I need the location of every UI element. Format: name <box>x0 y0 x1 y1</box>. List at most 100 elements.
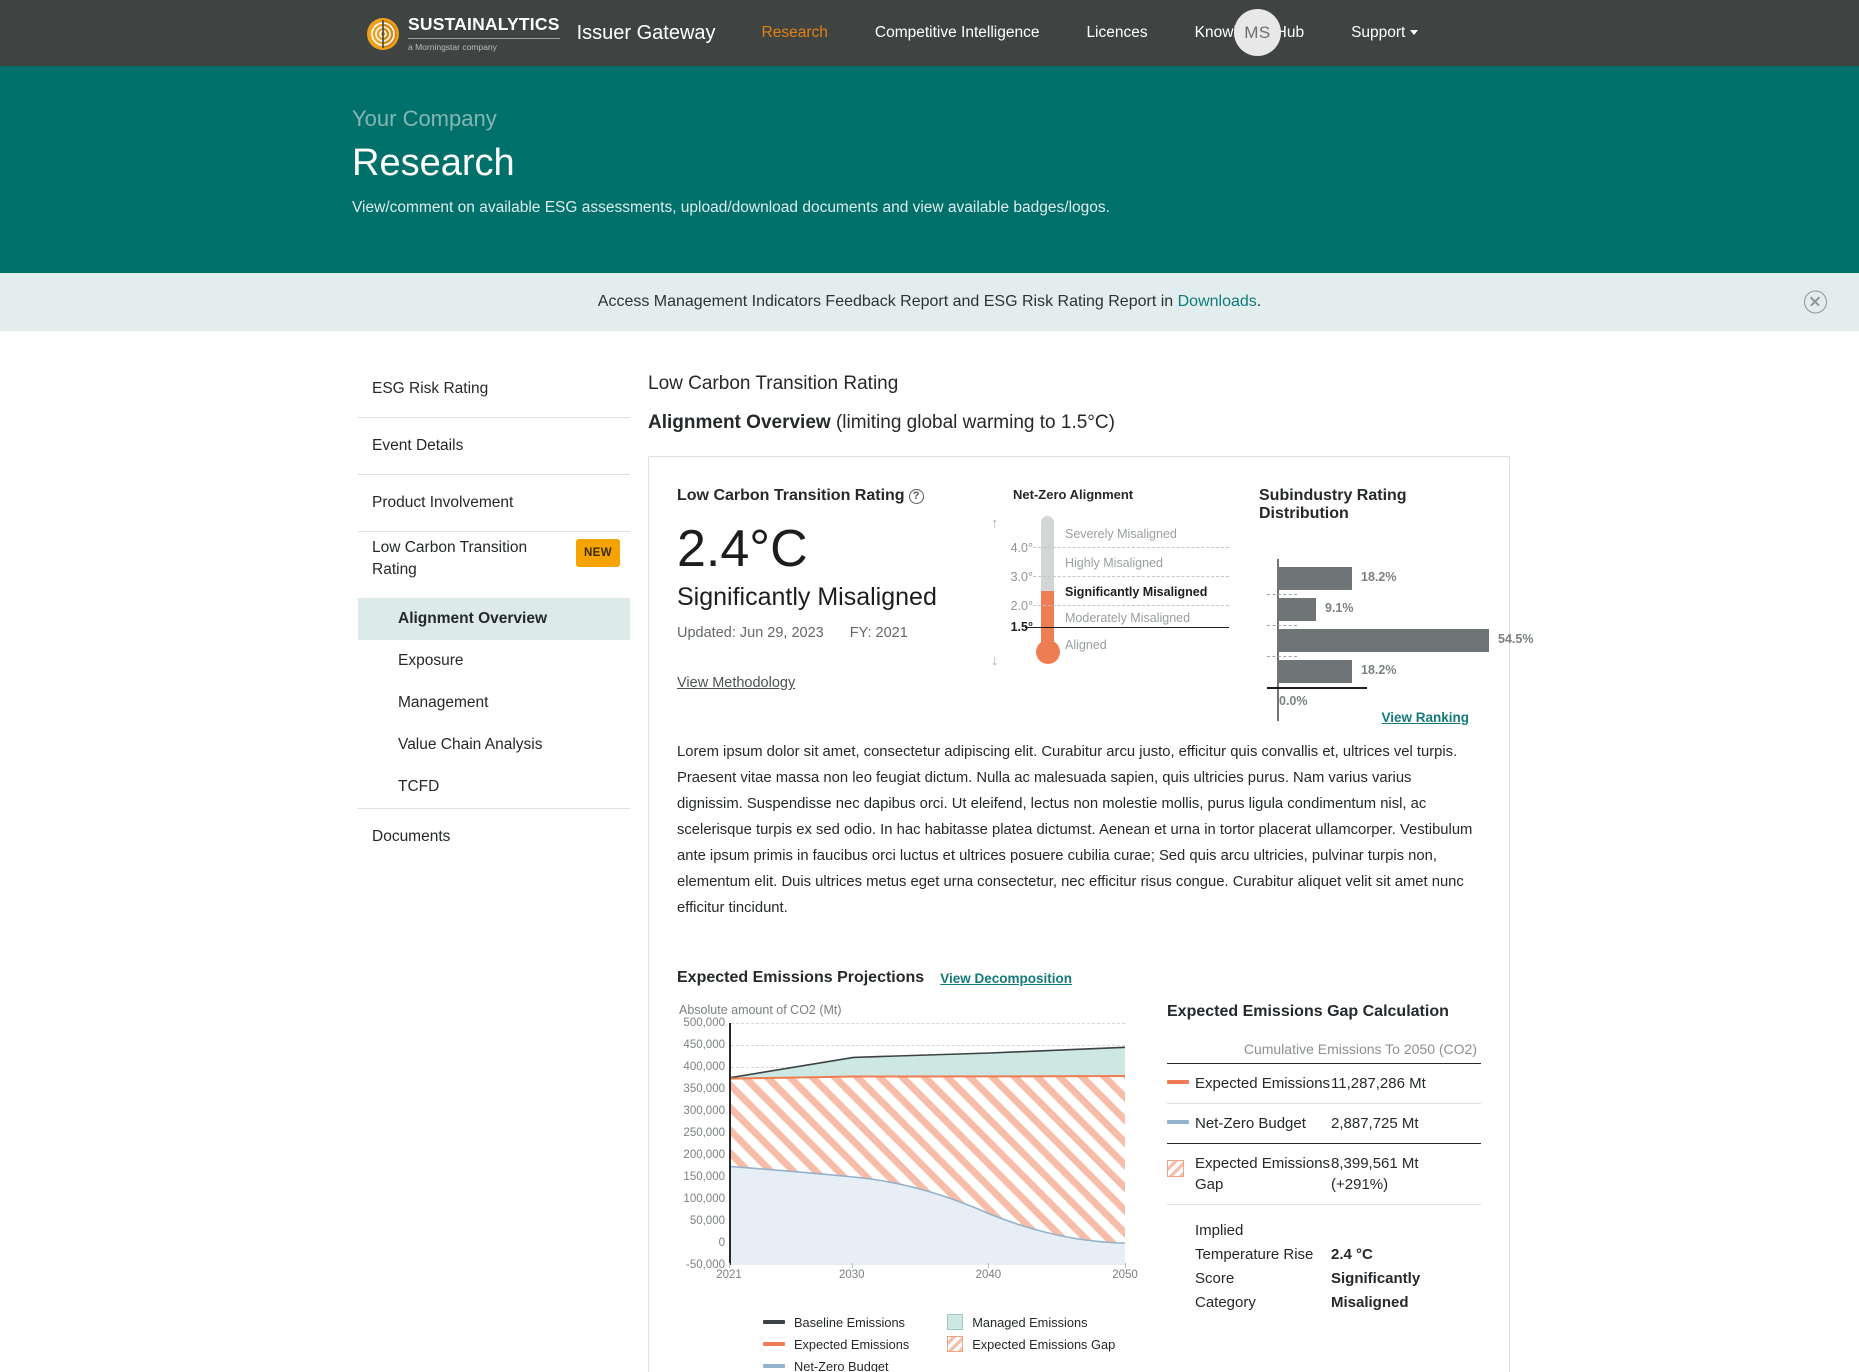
expected-emissions-gap-calculation: Expected Emissions Gap Calculation Cumul… <box>1167 1003 1481 1372</box>
sidebar-item-value-chain-analysis[interactable]: Value Chain Analysis <box>358 724 630 766</box>
sidebar-item-esg-risk-rating[interactable]: ESG Risk Rating <box>358 373 630 417</box>
sidebar-item-exposure[interactable]: Exposure <box>358 640 630 682</box>
legend-item-managed-emissions: Managed Emissions <box>947 1311 1115 1333</box>
avatar[interactable]: MS <box>1234 9 1281 56</box>
sustainalytics-logo[interactable]: SUSTAINALYTICS a Morningstar company <box>365 14 560 52</box>
nav-link-support[interactable]: Support <box>1351 24 1419 42</box>
thermometer-tick-3: 3.0° <box>1010 570 1033 584</box>
sustainalytics-logo-icon <box>365 16 401 52</box>
implied-category-value-line1: Significantly <box>1331 1270 1421 1287</box>
y-tick-100000: 100,000 <box>683 1193 725 1205</box>
y-tick-150000: 150,000 <box>683 1171 725 1183</box>
banner-text-before: Access Management Indicators Feedback Re… <box>597 293 1178 310</box>
thermometer-tick-labels: 4.0° 3.0° 2.0° 1.5° <box>989 516 1033 664</box>
legend-label: Net-Zero Budget <box>794 1358 889 1372</box>
distribution-divider-3 <box>1267 656 1297 657</box>
nav-link-research[interactable]: Research <box>762 24 828 42</box>
sidebar-subitem-label: Management <box>398 694 489 711</box>
managed-emissions-fill <box>731 1047 1125 1079</box>
logo-divider <box>408 38 560 39</box>
thermometer-tick-4: 4.0° <box>1010 541 1033 555</box>
chart-y-axis-labels: 500,000 450,000 400,000 350,000 300,000 … <box>677 1017 725 1271</box>
thermometer-gridline-4 <box>1033 547 1229 548</box>
implied-values: 2.4 °C Significantly Misaligned <box>1331 1219 1481 1315</box>
subindustry-rating-distribution: Subindustry Rating Distribution 18.2% 9.… <box>1259 487 1533 725</box>
x-tick-2050: 2050 <box>1112 1269 1138 1281</box>
help-icon[interactable]: ? <box>908 488 924 504</box>
expected-emissions-gap-hatch-icon <box>1167 1153 1195 1177</box>
view-decomposition-link[interactable]: View Decomposition <box>940 971 1072 986</box>
projections-header: Expected Emissions Projections View Deco… <box>677 969 1481 987</box>
legend-line-icon <box>763 1364 785 1368</box>
legend-label: Managed Emissions <box>972 1314 1088 1330</box>
close-icon[interactable] <box>1804 290 1827 314</box>
sidebar-item-label: Product Involvement <box>372 494 514 511</box>
legend-column-fills: Managed Emissions Expected Emissions Gap <box>947 1311 1115 1372</box>
distribution-bar-highly-misaligned: 9.1% <box>1279 598 1354 621</box>
sidebar-item-low-carbon-transition-rating[interactable]: Low Carbon Transition Rating NEW <box>358 532 630 598</box>
implied-icon-spacer <box>1167 1219 1195 1226</box>
implied-temperature-rise-block: Implied Temperature Rise Score Category … <box>1167 1204 1481 1324</box>
implied-score-label: Score <box>1195 1270 1235 1287</box>
thermometer-graphic: ↑ ↓ 4.0° 3.0° 2.0° 1.5° Severely Misalig… <box>989 516 1229 668</box>
rating-panel-title: Low Carbon Transition Rating? <box>677 487 967 505</box>
thermometer-title: Net-Zero Alignment <box>1013 487 1134 502</box>
distribution-bar-moderately-misaligned: 18.2% <box>1279 660 1396 683</box>
rating-temperature-value: 2.4°C <box>677 520 808 578</box>
nav-link-competitive-intelligence[interactable]: Competitive Intelligence <box>875 24 1040 42</box>
y-tick-200000: 200,000 <box>683 1149 725 1161</box>
sidebar-item-management[interactable]: Management <box>358 682 630 724</box>
chart-plot-area <box>729 1023 1125 1265</box>
y-tick-500000: 500,000 <box>683 1017 725 1029</box>
view-ranking-link[interactable]: View Ranking <box>1381 710 1469 725</box>
expected-emissions-line-icon <box>1167 1073 1195 1084</box>
sidebar-subitem-label: Value Chain Analysis <box>398 736 543 753</box>
thermometer-band-severely-misaligned: Severely Misaligned <box>1065 527 1177 541</box>
view-methodology-link[interactable]: View Methodology <box>677 675 795 691</box>
gap-table: Expected Emissions 11,287,286 Mt Net-Zer… <box>1167 1063 1481 1324</box>
chart-legend: Baseline Emissions Expected Emissions Ne… <box>763 1311 1137 1372</box>
net-zero-budget-line-icon <box>1167 1113 1195 1124</box>
bar-value-label: 18.2% <box>1361 570 1397 584</box>
x-tick-2030: 2030 <box>838 1269 865 1281</box>
rating-meta: Updated: Jun 29, 2023 FY: 2021 <box>677 625 967 641</box>
sidebar-item-tcfd[interactable]: TCFD <box>358 766 630 808</box>
logo-wordmark: SUSTAINALYTICS <box>408 14 560 34</box>
gap-row-label: Net-Zero Budget <box>1195 1115 1306 1132</box>
thermometer-band-significantly-misaligned: Significantly Misaligned <box>1065 585 1208 599</box>
thermometer-bulb <box>1035 640 1060 664</box>
rating-panel-title-text: Low Carbon Transition Rating <box>677 487 905 504</box>
y-tick-300000: 300,000 <box>683 1105 725 1117</box>
distribution-bar-severely-misaligned: 18.2% <box>1279 567 1396 590</box>
banner-downloads-link[interactable]: Downloads <box>1178 293 1257 310</box>
sidebar-subitem-label: Alignment Overview <box>398 610 548 627</box>
distribution-divider-2 <box>1267 625 1297 626</box>
implied-score-value: 2.4 °C <box>1331 1246 1373 1263</box>
sidebar-item-alignment-overview[interactable]: Alignment Overview <box>358 598 630 640</box>
thermometer-band-moderately-misaligned: Moderately Misaligned <box>1065 611 1191 625</box>
description-paragraph: Lorem ipsum dolor sit amet, consectetur … <box>677 744 1473 916</box>
legend-line-icon <box>763 1342 785 1346</box>
nav-link-licences[interactable]: Licences <box>1086 24 1147 42</box>
sidebar-item-documents[interactable]: Documents <box>358 808 630 865</box>
rating-fiscal-year: FY: 2021 <box>849 625 908 641</box>
sidebar-item-label: Low Carbon Transition Rating <box>372 539 528 578</box>
sidebar-item-event-details[interactable]: Event Details <box>358 417 630 474</box>
sidebar-subitem-label: Exposure <box>398 652 464 669</box>
legend-hatch-icon <box>947 1336 964 1352</box>
thermometer-gridline-2 <box>1033 605 1229 606</box>
bar-fill <box>1279 567 1352 590</box>
legend-line-icon <box>763 1320 785 1324</box>
distribution-divider-1 <box>1267 594 1297 595</box>
sidebar-item-label: Event Details <box>372 437 464 454</box>
bar-fill <box>1279 598 1316 621</box>
table-row: Expected Emissions Gap 8,399,561 Mt (+29… <box>1167 1143 1481 1204</box>
gap-row-value: 8,399,561 Mt (+291%) <box>1331 1153 1481 1195</box>
bar-fill <box>1279 660 1352 683</box>
chart-series-svg <box>731 1046 1125 1265</box>
legend-swatch-icon <box>947 1314 964 1330</box>
sidebar-item-product-involvement[interactable]: Product Involvement <box>358 474 630 531</box>
sidebar-item-label: Documents <box>372 828 451 845</box>
gap-row-label: Expected Emissions <box>1195 1075 1331 1092</box>
y-tick-250000: 250,000 <box>683 1127 725 1139</box>
